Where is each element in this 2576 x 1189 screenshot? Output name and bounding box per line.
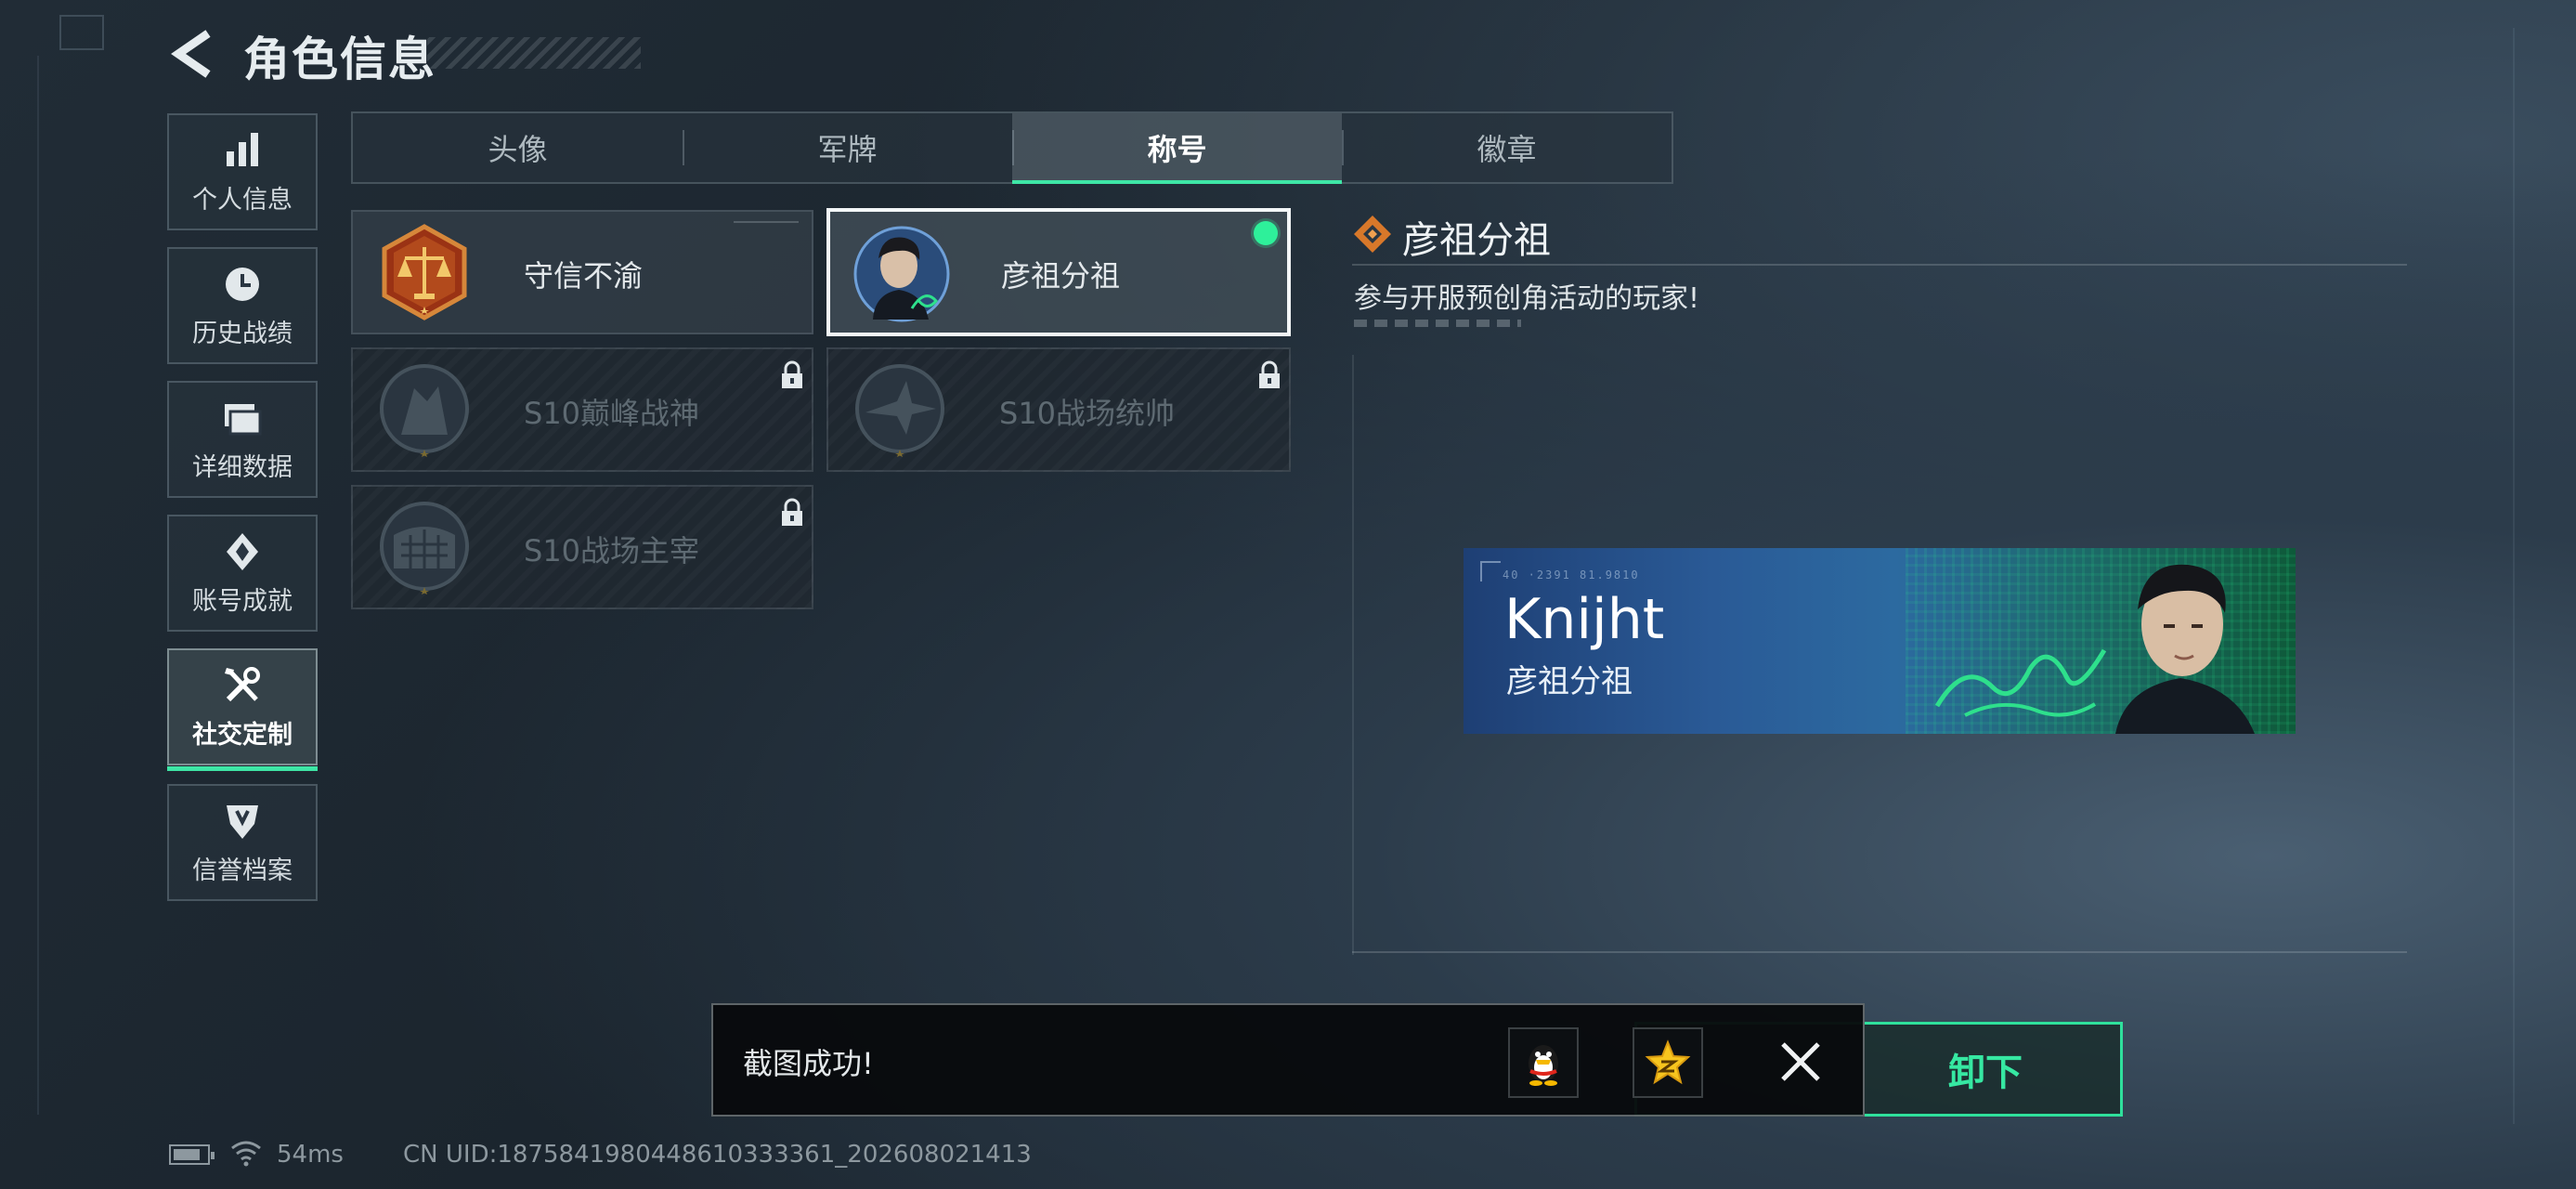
banner-code: 40 ·2391 81.9810 — [1503, 568, 1640, 581]
qq-penguin-icon — [1529, 1045, 1558, 1086]
sidebar-item-label: 个人信息 — [192, 185, 293, 215]
unequip-button-label: 卸下 — [1948, 1052, 2023, 1094]
tab-avatar[interactable]: 头像 — [353, 113, 683, 182]
title-name: 彦祖分祖 — [1001, 258, 1121, 294]
sidebar-item-label: 历史战绩 — [192, 319, 293, 348]
title-name: S10战场主宰 — [524, 533, 700, 568]
clock-icon — [226, 267, 259, 301]
divider — [1352, 951, 2407, 953]
title-card-locked[interactable]: S10巅峰战神 — [351, 347, 813, 472]
sidebar-item-label: 账号成就 — [192, 586, 293, 616]
tab-bar: 头像 军牌 称号 徽章 — [351, 111, 1673, 184]
portrait-emblem-icon — [853, 226, 950, 322]
battery-icon — [169, 1144, 215, 1165]
ping-readout: 54ms — [277, 1141, 344, 1169]
title-card-selected[interactable]: 彦祖分祖 — [826, 208, 1291, 336]
sidebar-item-label: 社交定制 — [192, 720, 293, 750]
page-title: 角色信息 — [243, 33, 436, 86]
qzone-star-icon — [1645, 1039, 1691, 1085]
tab-title[interactable]: 称号 — [1012, 113, 1342, 184]
title-card[interactable]: 守信不渝 — [351, 210, 813, 334]
tab-dog-tag[interactable]: 军牌 — [683, 113, 1012, 182]
sidebar-item-social-custom[interactable]: 社交定制 — [167, 648, 318, 771]
uid-readout: CN UID:1875841980448610333361_2026080214… — [403, 1141, 1032, 1169]
sidebar-item-label: 信誉档案 — [192, 856, 293, 885]
diamond-rank-icon — [1354, 216, 1391, 253]
justice-scale-emblem-icon — [382, 224, 467, 320]
chevron-left-icon[interactable] — [169, 28, 214, 80]
tab-badge[interactable]: 徽章 — [1342, 113, 1672, 182]
banner-player-name: Knijht — [1504, 587, 1665, 652]
sidebar-item-detailed-data[interactable]: 详细数据 — [167, 381, 318, 498]
frame-line — [37, 56, 39, 1115]
wifi-icon — [231, 1141, 261, 1167]
sidebar-item-label: 详细数据 — [192, 452, 293, 482]
portrait-image — [2115, 564, 2255, 734]
title-card-locked[interactable]: S10战场主宰 — [351, 485, 813, 609]
frame-line — [2513, 28, 2515, 1124]
aircraft-emblem-icon — [855, 364, 944, 457]
divider — [1352, 264, 2407, 266]
toast-message: 截图成功! — [743, 1046, 874, 1081]
folder-icon — [225, 403, 262, 435]
sidebar-item-achievements[interactable]: 账号成就 — [167, 515, 318, 632]
sidebar-item-reputation[interactable]: 信誉档案 — [167, 784, 318, 901]
sidebar-item-personal-info[interactable]: 个人信息 — [167, 113, 318, 230]
sidebar-item-history[interactable]: 历史战绩 — [167, 247, 318, 364]
card-decoration — [734, 221, 799, 223]
shield-icon — [227, 804, 258, 839]
title-card-locked[interactable]: S10战场统帅 — [826, 347, 1291, 472]
title-decoration — [427, 37, 641, 69]
share-qzone-button[interactable] — [1633, 1027, 1703, 1098]
share-qq-button[interactable] — [1508, 1027, 1579, 1098]
warrior-emblem-icon — [380, 364, 469, 457]
colosseum-emblem-icon — [380, 502, 469, 594]
screenshot-toast: 截图成功! — [711, 1003, 1865, 1117]
lock-icon — [782, 498, 802, 526]
achievement-icon — [227, 532, 258, 570]
detail-description: 参与开服预创角活动的玩家! — [1354, 282, 1700, 315]
lock-icon — [782, 360, 802, 388]
title-name: S10战场统帅 — [999, 396, 1176, 431]
detail-decoration — [1354, 320, 1521, 327]
detail-title: 彦祖分祖 — [1402, 219, 1551, 262]
tools-icon — [225, 666, 260, 701]
bar-chart-icon — [227, 132, 258, 166]
banner-title: 彦祖分祖 — [1506, 663, 1633, 700]
frame-corner — [59, 15, 104, 50]
close-icon[interactable] — [1777, 1039, 1824, 1085]
equipped-indicator — [1254, 221, 1278, 245]
title-banner-preview: 40 ·2391 81.9810 Knijht 彦祖分祖 — [1464, 548, 2296, 734]
lock-icon — [1259, 360, 1280, 388]
title-name: S10巅峰战神 — [524, 396, 700, 431]
title-name: 守信不渝 — [524, 258, 644, 294]
